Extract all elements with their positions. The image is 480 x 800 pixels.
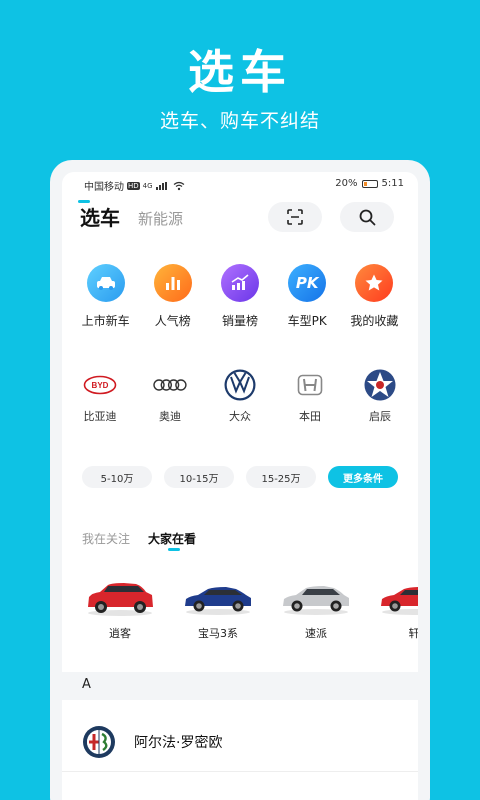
volkswagen-logo-icon: [222, 368, 258, 402]
brand-volkswagen[interactable]: 大众: [210, 368, 270, 424]
suv-image: [88, 583, 153, 616]
battery-percent: 20%: [335, 178, 358, 189]
func-popularity[interactable]: 人气榜: [139, 264, 206, 329]
car-label: 速派: [305, 627, 327, 640]
brand-list-item[interactable]: 阿尔法·罗密欧: [62, 712, 418, 772]
honda-logo-icon: [292, 368, 328, 402]
func-label: 人气榜: [154, 314, 191, 328]
wifi-icon: [173, 181, 184, 190]
new-car-icon: [86, 264, 125, 302]
car-carousel: 逍客 宝马3系 速派 轩: [82, 577, 418, 647]
sales-trend-icon: [221, 264, 259, 302]
sedan-image: [381, 587, 418, 615]
car-card[interactable]: 轩: [376, 577, 418, 641]
svg-text:BYD: BYD: [92, 381, 109, 390]
func-label: 上市新车: [81, 314, 130, 328]
byd-logo-icon: BYD: [82, 368, 118, 402]
partial-brand-logo-icon: [84, 796, 120, 800]
car-card[interactable]: 逍客: [82, 577, 158, 641]
hd-badge: HD: [127, 181, 140, 190]
tab-new-energy[interactable]: 新能源: [138, 208, 183, 231]
top-tabs: 选车 新能源: [80, 202, 183, 231]
brand-honda[interactable]: 本田: [280, 368, 340, 424]
func-label: 销量榜: [222, 314, 259, 328]
bar-chart-icon: [153, 264, 192, 302]
car-card[interactable]: 宝马3系: [180, 577, 256, 641]
subtab-following[interactable]: 我在关注: [82, 530, 130, 547]
brand-label: 比亚迪: [83, 410, 117, 423]
active-tab-indicator: [78, 200, 90, 203]
func-new-cars[interactable]: 上市新车: [72, 264, 139, 329]
car-label: 轩: [408, 627, 419, 640]
sedan-image: [185, 587, 251, 615]
func-label: 车型PK: [287, 314, 327, 328]
battery-icon: [361, 179, 378, 188]
clock: 5:11: [381, 178, 404, 189]
brand-grid: BYD 比亚迪 奥迪 大众 本田 启辰: [62, 368, 418, 424]
app-screen: 中国移动 HD 4G 20% 5:11 选车 新能源 上市新车 人气榜 销量榜 …: [62, 172, 418, 800]
alfa-romeo-logo-icon: [83, 725, 115, 758]
scan-icon: [287, 209, 303, 225]
function-grid: 上市新车 人气榜 销量榜 PK 车型PK 我的收藏: [72, 264, 408, 329]
venucia-logo-icon: [362, 368, 398, 402]
scan-button[interactable]: [268, 202, 322, 232]
price-chip[interactable]: 15-25万: [246, 466, 316, 488]
brand-label: 奥迪: [159, 410, 181, 423]
status-bar: 中国移动 HD 4G 20% 5:11: [62, 172, 418, 196]
func-sales[interactable]: 销量榜: [206, 264, 273, 329]
brand-index-header: A: [62, 672, 418, 700]
promo-title: 选车: [188, 45, 292, 99]
car-label: 宝马3系: [198, 627, 238, 640]
more-filters-button[interactable]: 更多条件: [328, 466, 398, 488]
car-subtabs: 我在关注 大家在看: [82, 530, 196, 551]
pk-icon: PK: [288, 264, 327, 302]
func-favorites[interactable]: 我的收藏: [341, 264, 408, 329]
brand-label: 大众: [229, 410, 251, 423]
sedan-image: [283, 586, 349, 615]
carrier-label: 中国移动: [84, 182, 124, 193]
brand-label: 启辰: [369, 410, 391, 423]
func-pk[interactable]: PK 车型PK: [274, 264, 341, 329]
brand-label: 本田: [299, 410, 321, 423]
price-chip[interactable]: 10-15万: [164, 466, 234, 488]
star-icon: [355, 264, 394, 302]
search-icon: [359, 209, 375, 225]
brand-byd[interactable]: BYD 比亚迪: [70, 368, 130, 424]
car-card[interactable]: 速派: [278, 577, 354, 641]
func-label: 我的收藏: [350, 314, 399, 328]
car-label: 逍客: [109, 627, 131, 640]
search-button[interactable]: [340, 202, 394, 232]
brand-audi[interactable]: 奥迪: [140, 368, 200, 424]
network-type: 4G: [142, 181, 153, 190]
audi-logo-icon: [152, 368, 188, 402]
price-chip[interactable]: 5-10万: [82, 466, 152, 488]
signal-icon: [155, 181, 170, 190]
promo-subtitle: 选车、购车不纠结: [159, 110, 320, 132]
subtab-trending[interactable]: 大家在看: [148, 530, 196, 551]
pk-icon-text: PK: [295, 274, 319, 292]
brand-list-label: 阿尔法·罗密欧: [134, 734, 223, 751]
brand-venucia[interactable]: 启辰: [350, 368, 410, 424]
tab-select-car[interactable]: 选车: [80, 202, 120, 231]
price-filter-row: 5-10万 10-15万 15-25万 更多条件: [82, 466, 398, 488]
phone-mockup: 中国移动 HD 4G 20% 5:11 选车 新能源 上市新车 人气榜 销量榜 …: [50, 160, 430, 800]
